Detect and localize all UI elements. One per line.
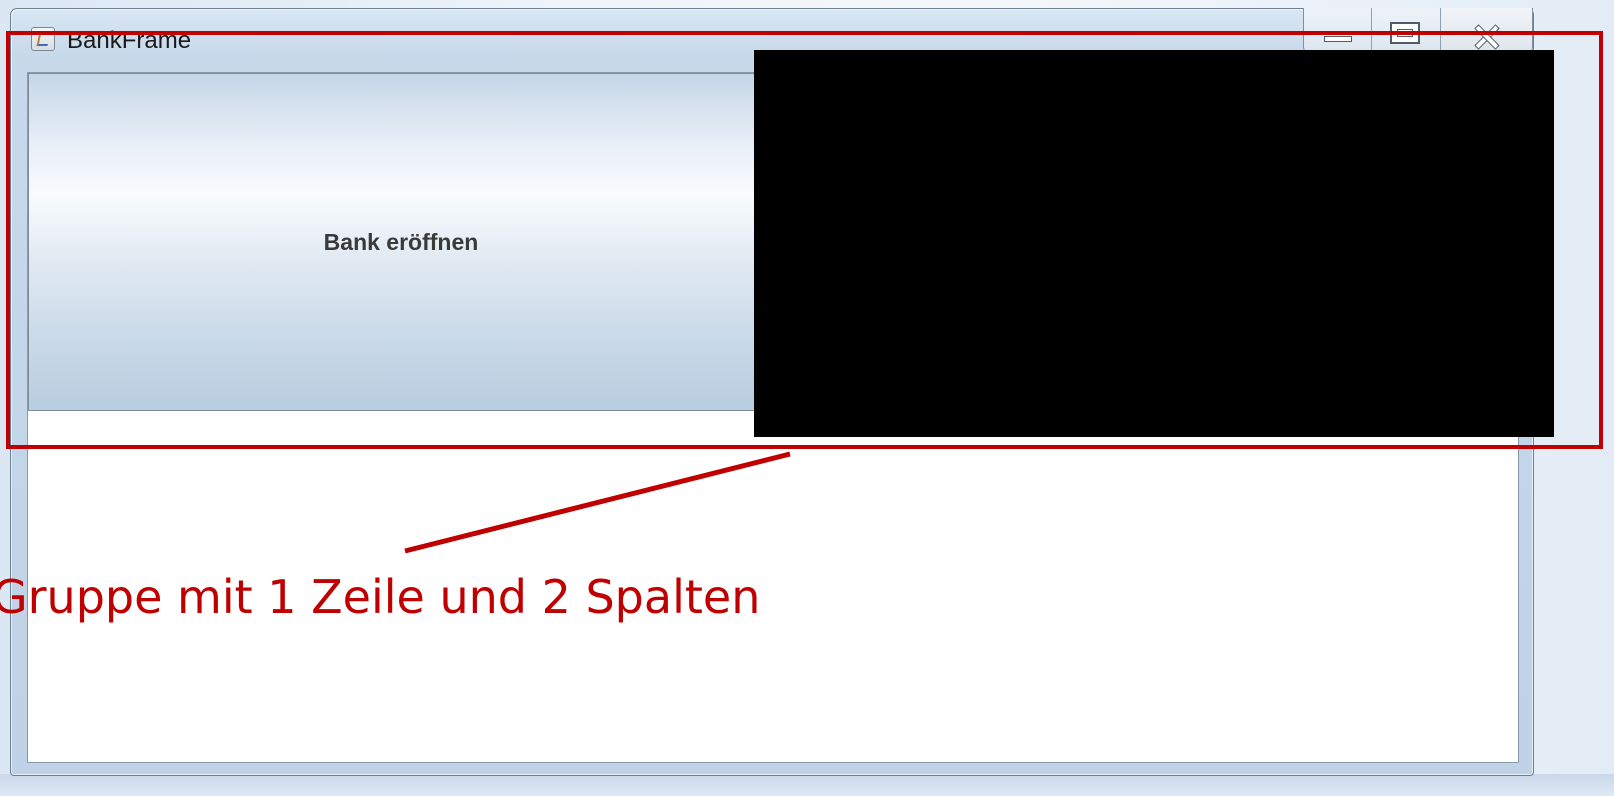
java-app-icon <box>31 27 55 51</box>
maximize-icon <box>1390 22 1421 44</box>
close-icon <box>1472 26 1500 44</box>
annotation-label: Gruppe mit 1 Zeile und 2 Spalten <box>0 570 761 624</box>
screenshot-stage: BankFrame Bank eröffnen Gruppe mit 1 Zei… <box>0 0 1614 796</box>
close-button[interactable] <box>1439 8 1532 52</box>
window-title: BankFrame <box>67 27 192 54</box>
minimize-button[interactable] <box>1304 8 1371 52</box>
window-controls <box>1303 8 1533 53</box>
maximize-button[interactable] <box>1371 8 1439 52</box>
redaction-box <box>754 50 1554 437</box>
bank-open-button[interactable]: Bank eröffnen <box>28 73 774 411</box>
minimize-icon <box>1324 36 1352 42</box>
background-strip <box>0 774 1614 796</box>
